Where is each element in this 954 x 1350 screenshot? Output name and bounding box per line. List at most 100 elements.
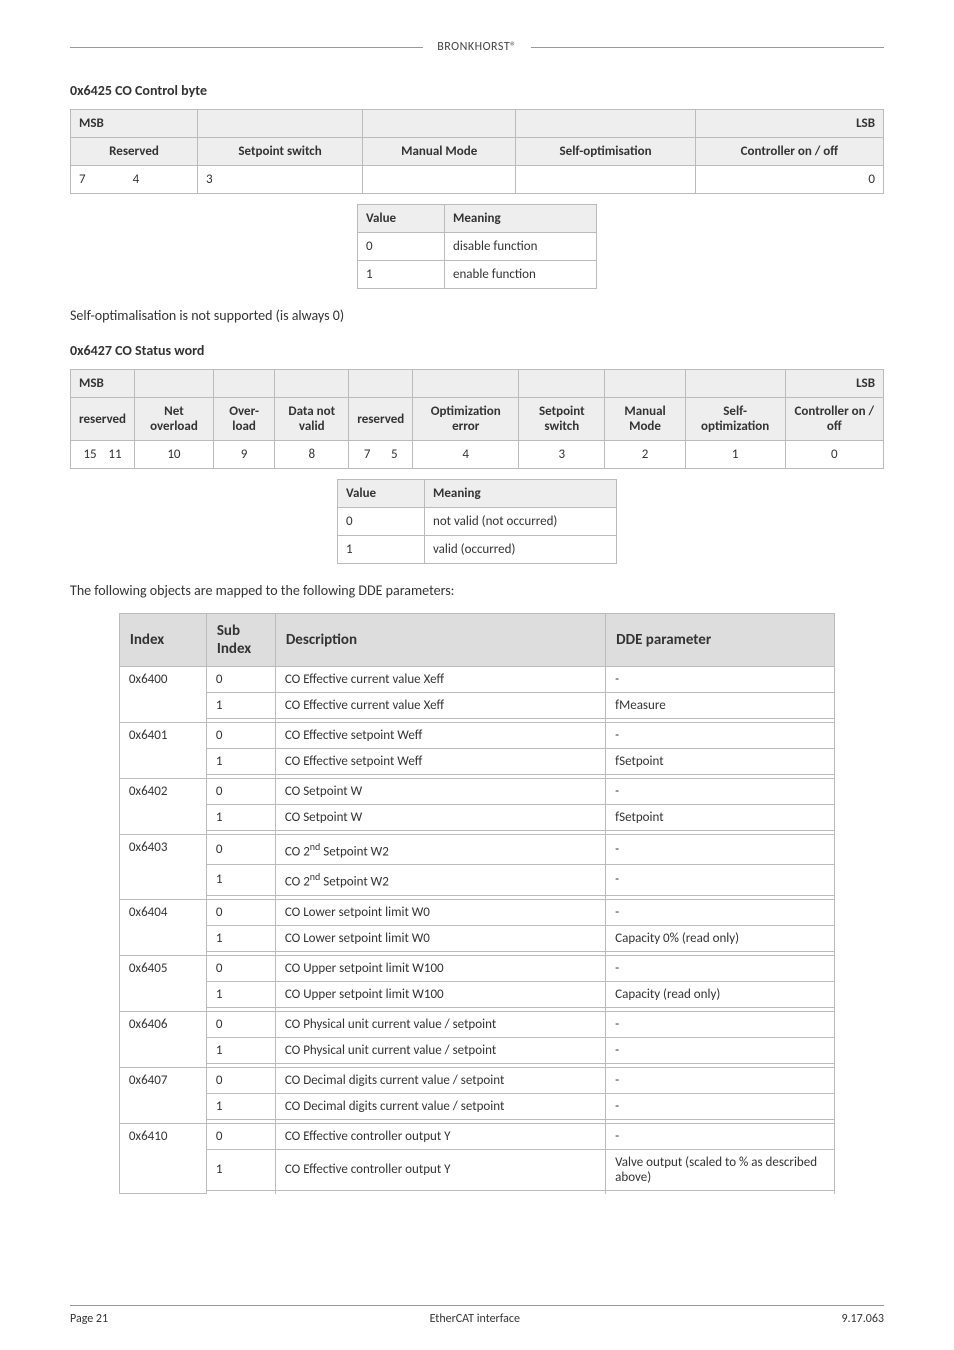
lsb-label: LSB xyxy=(695,110,883,138)
cell-dde-parameter: - xyxy=(606,865,835,895)
cell-dde-parameter: - xyxy=(606,1067,835,1093)
col-controller-onoff: Controller on / off xyxy=(695,138,883,166)
cell-description: CO 2nd Setpoint W2 xyxy=(275,835,605,865)
table-row: 1CO 2nd Setpoint W2- xyxy=(119,865,834,895)
col-reserved: reserved xyxy=(71,398,135,441)
cell-dde-parameter: - xyxy=(606,955,835,981)
cell-dde-parameter: - xyxy=(606,1093,835,1119)
cell-subindex: 0 xyxy=(206,1011,275,1037)
bit-blank-2 xyxy=(516,166,695,194)
vm-row: 0 disable function xyxy=(358,233,597,261)
col-reserved-2: reserved xyxy=(349,398,413,441)
vm-header-meaning: Meaning xyxy=(445,205,597,233)
footer-title: EtherCAT interface xyxy=(430,1312,520,1326)
lsb-label: LSB xyxy=(785,370,883,398)
footer-docnum: 9.17.063 xyxy=(841,1312,884,1326)
cell-dde-parameter: Valve output (scaled to % as described a… xyxy=(606,1149,835,1190)
cell-index: 0x6401 xyxy=(119,723,206,779)
table-row: 0x64060CO Physical unit current value / … xyxy=(119,1011,834,1037)
table-row: 0x64040CO Lower setpoint limit W0- xyxy=(119,899,834,925)
cell-description: CO Setpoint W xyxy=(275,779,605,805)
cell-index: 0x6403 xyxy=(119,835,206,900)
cell-subindex: 1 xyxy=(206,1093,275,1119)
page-footer: Page 21 EtherCAT interface 9.17.063 xyxy=(70,1305,884,1326)
bits-7-4: 7 4 xyxy=(71,166,198,194)
cell-description: CO Upper setpoint limit W100 xyxy=(275,981,605,1007)
table-row: 0x64070CO Decimal digits current value /… xyxy=(119,1067,834,1093)
status-word-table: MSB LSB reserved Net overload Over-load … xyxy=(70,369,884,469)
section-title-status-word: 0x6427 CO Status word xyxy=(70,342,884,359)
cell-subindex: 1 xyxy=(206,693,275,719)
rule-left xyxy=(70,47,423,48)
table-row: 1CO Effective current value XefffMeasure xyxy=(119,693,834,719)
cell-index: 0x6406 xyxy=(119,1011,206,1067)
cell-description: CO Lower setpoint limit W0 xyxy=(275,925,605,951)
cell-dde-parameter: Capacity 0% (read only) xyxy=(606,925,835,951)
th-index: Index xyxy=(119,614,206,667)
cell-subindex: 1 xyxy=(206,1149,275,1190)
table-row: 0x64030CO 2nd Setpoint W2- xyxy=(119,835,834,865)
cell-dde-parameter: - xyxy=(606,779,835,805)
dde-mapping-table: Index Sub Index Description DDE paramete… xyxy=(119,613,835,1194)
cell-dde-parameter: - xyxy=(606,1037,835,1063)
cell-description: CO Effective current value Xeff xyxy=(275,667,605,693)
cell-dde-parameter: fSetpoint xyxy=(606,749,835,775)
cell-subindex: 1 xyxy=(206,925,275,951)
selfopt-note: Self-optimalisation is not supported (is… xyxy=(70,307,884,324)
cell-subindex: 0 xyxy=(206,667,275,693)
table-row: 1CO Upper setpoint limit W100Capacity (r… xyxy=(119,981,834,1007)
cell-description: CO Decimal digits current value / setpoi… xyxy=(275,1067,605,1093)
cell-subindex: 0 xyxy=(206,1067,275,1093)
cell-index: 0x6410 xyxy=(119,1123,206,1194)
cell-description: CO Effective current value Xeff xyxy=(275,693,605,719)
col-controller-onoff: Controller on / off xyxy=(785,398,883,441)
control-byte-bits-row: 7 4 3 0 xyxy=(71,166,884,194)
cell-description: CO Effective controller output Y xyxy=(275,1123,605,1149)
table-row: 1CO Physical unit current value / setpoi… xyxy=(119,1037,834,1063)
table-row: 0x64100CO Effective controller output Y- xyxy=(119,1123,834,1149)
header-rule: BRONKHORST® xyxy=(70,40,884,54)
control-byte-table: MSB LSB Reserved Setpoint switch Manual … xyxy=(70,109,884,194)
cell-description: CO Effective setpoint Weff xyxy=(275,749,605,775)
cell-index: 0x6405 xyxy=(119,955,206,1011)
th-dde-parameter: DDE parameter xyxy=(606,614,835,667)
table-row: 1CO Setpoint WfSetpoint xyxy=(119,805,834,831)
cell-subindex: 0 xyxy=(206,779,275,805)
vm-header-meaning: Meaning xyxy=(425,480,617,508)
cell-subindex: 1 xyxy=(206,981,275,1007)
mapping-intro: The following objects are mapped to the … xyxy=(70,582,884,599)
table-row: 0x64020CO Setpoint W- xyxy=(119,779,834,805)
cell-dde-parameter: - xyxy=(606,667,835,693)
cell-dde-parameter: - xyxy=(606,899,835,925)
cell-description: CO Physical unit current value / setpoin… xyxy=(275,1011,605,1037)
cell-subindex: 1 xyxy=(206,749,275,775)
th-subindex: Sub Index xyxy=(206,614,275,667)
cell-subindex: 1 xyxy=(206,1037,275,1063)
cell-dde-parameter: - xyxy=(606,1123,835,1149)
status-word-value-meaning: Value Meaning 0 not valid (not occurred)… xyxy=(337,479,617,564)
cell-description: CO Physical unit current value / setpoin… xyxy=(275,1037,605,1063)
col-optimization-error: Optimization error xyxy=(413,398,519,441)
cell-dde-parameter: - xyxy=(606,1011,835,1037)
cell-dde-parameter: fMeasure xyxy=(606,693,835,719)
rule-right xyxy=(531,47,884,48)
cell-index: 0x6407 xyxy=(119,1067,206,1123)
cell-description: CO Setpoint W xyxy=(275,805,605,831)
brand-text: BRONKHORST® xyxy=(423,40,531,54)
control-byte-value-meaning: Value Meaning 0 disable function 1 enabl… xyxy=(357,204,597,289)
th-description: Description xyxy=(275,614,605,667)
cell-description: CO 2nd Setpoint W2 xyxy=(275,865,605,895)
cell-dde-parameter: fSetpoint xyxy=(606,805,835,831)
table-row: 1CO Lower setpoint limit W0Capacity 0% (… xyxy=(119,925,834,951)
col-manual-mode: Manual Mode xyxy=(605,398,685,441)
col-manual-mode: Manual Mode xyxy=(363,138,516,166)
cell-description: CO Effective setpoint Weff xyxy=(275,723,605,749)
cell-subindex: 1 xyxy=(206,805,275,831)
cell-index: 0x6400 xyxy=(119,667,206,723)
col-self-optimisation: Self-optimisation xyxy=(516,138,695,166)
vm-row: 1 enable function xyxy=(358,261,597,289)
table-row: 1CO Effective setpoint WefffSetpoint xyxy=(119,749,834,775)
col-overload: Over-load xyxy=(213,398,275,441)
footer-page: Page 21 xyxy=(70,1312,108,1326)
bit-blank-1 xyxy=(363,166,516,194)
